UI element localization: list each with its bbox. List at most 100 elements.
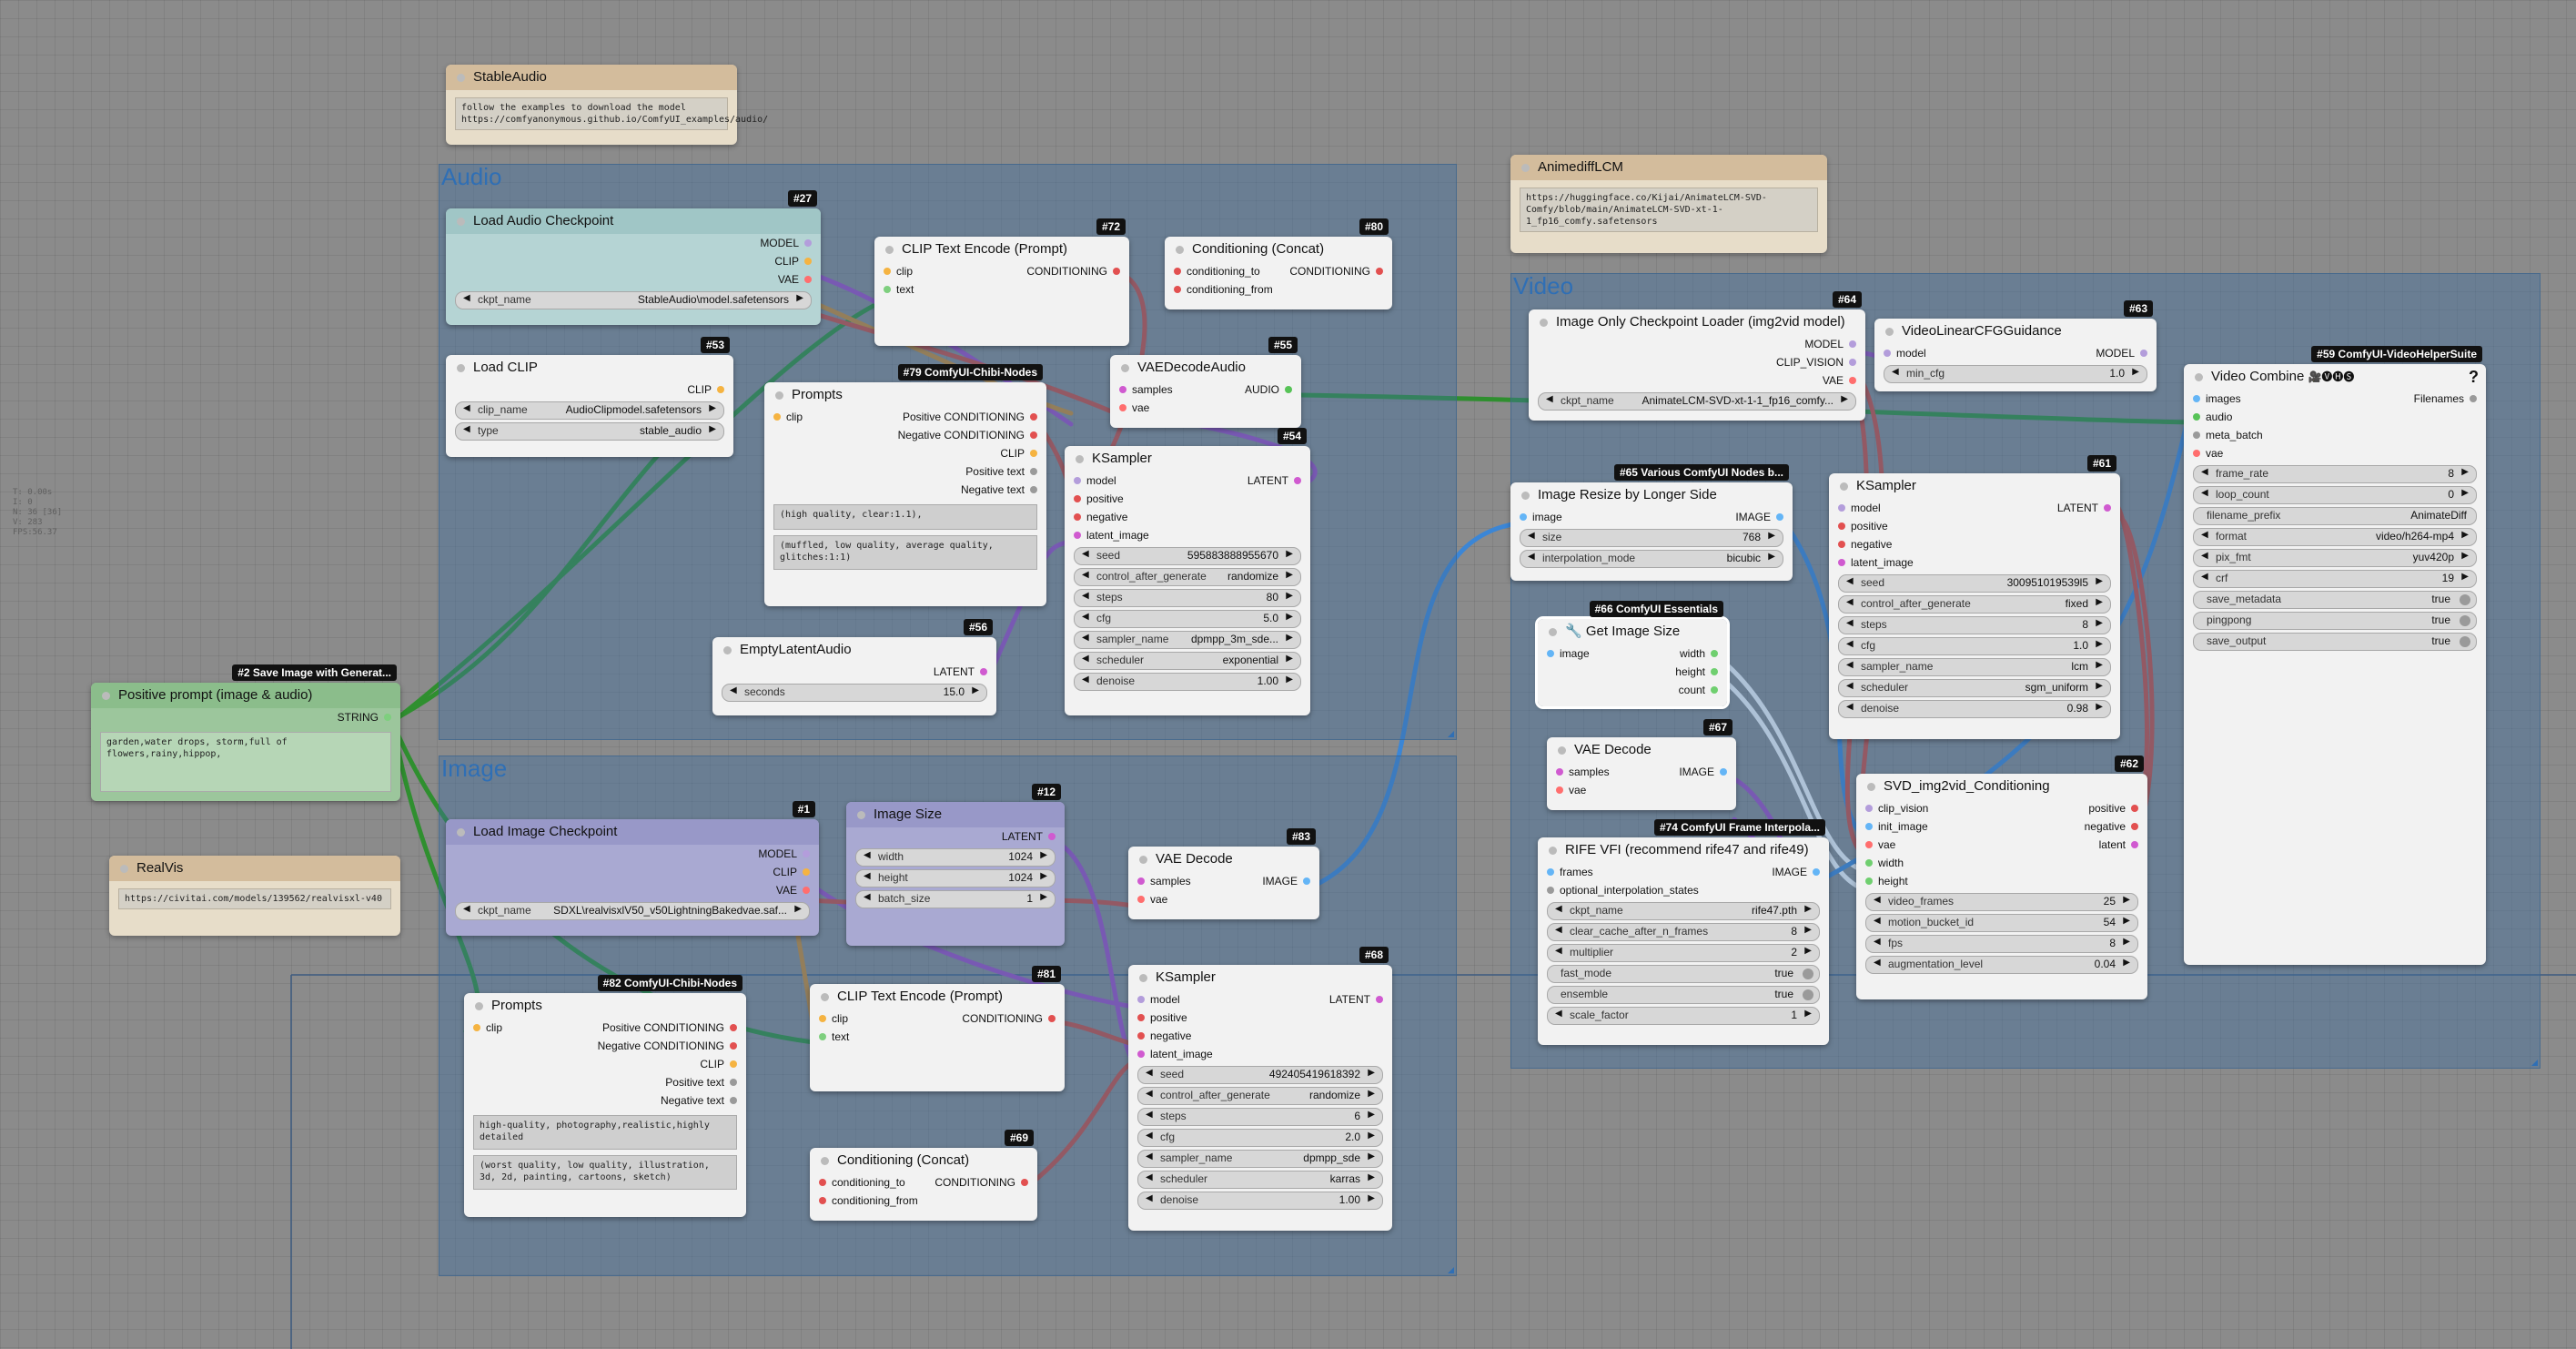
min-cfg-widget[interactable]: ◀ min_cfg 1.0 ▶: [1884, 365, 2147, 383]
motion-bucket-id-widget[interactable]: ◀ motion_bucket_id 54 ▶: [1865, 914, 2138, 932]
node-vae-decode-video[interactable]: #67 VAE Decode samples IMAGE vae: [1547, 719, 1736, 810]
batch-size-widget[interactable]: ◀ batch_size 1 ▶: [855, 890, 1056, 908]
size-widget[interactable]: ◀ size 768 ▶: [1520, 529, 1783, 547]
video-frames-widget[interactable]: ◀ video_frames 25 ▶: [1865, 893, 2138, 911]
node-conditioning-concat-audio[interactable]: #80 Conditioning (Concat) conditioning_t…: [1165, 218, 1392, 309]
output-positive-conditioning[interactable]: Positive CONDITIONING: [602, 1021, 738, 1034]
ensemble-toggle[interactable]: ensemble true: [1547, 986, 1820, 1004]
output-conditioning[interactable]: CONDITIONING: [962, 1012, 1056, 1025]
node-load-image-checkpoint[interactable]: #1 Load Image Checkpoint MODEL CLIP VAE …: [446, 801, 819, 936]
output-negative-text[interactable]: Negative text: [961, 483, 1038, 496]
input-positive[interactable]: positive: [1137, 1011, 1187, 1024]
node-video-combine[interactable]: #59 ComfyUI-VideoHelperSuite Video Combi…: [2184, 346, 2486, 965]
output-negative-text[interactable]: Negative text: [661, 1094, 738, 1107]
height-widget[interactable]: ◀ height 1024 ▶: [855, 869, 1056, 888]
node-title[interactable]: Image Resize by Longer Side: [1510, 482, 1793, 508]
node-title[interactable]: Load Image Checkpoint: [446, 819, 819, 845]
node-title[interactable]: Prompts: [764, 382, 1046, 408]
input-samples[interactable]: samples: [1119, 383, 1173, 396]
input-conditioning-to[interactable]: conditioning_to: [1174, 265, 1260, 278]
output-image[interactable]: IMAGE: [1735, 511, 1783, 523]
node-conditioning-concat-image[interactable]: #69 Conditioning (Concat) conditioning_t…: [810, 1130, 1037, 1221]
input-image[interactable]: image: [1520, 511, 1562, 523]
input-samples[interactable]: samples: [1556, 766, 1610, 778]
output-image[interactable]: IMAGE: [1772, 866, 1820, 878]
filename-prefix-field[interactable]: filename_prefix AnimateDiff: [2193, 507, 2477, 525]
input-latent-image[interactable]: latent_image: [1074, 529, 1149, 542]
ckpt-name-combo[interactable]: ◀ ckpt_name SDXL\realvisxlV50_v50Lightning…: [455, 902, 810, 920]
output-width[interactable]: width: [1680, 647, 1719, 660]
node-title[interactable]: Conditioning (Concat): [1165, 237, 1392, 262]
sampler-name-widget[interactable]: ◀ sampler_name lcm ▶: [1838, 658, 2111, 676]
output-clip[interactable]: CLIP: [687, 383, 724, 396]
steps-widget[interactable]: ◀ steps 80 ▶: [1074, 589, 1301, 607]
scheduler-widget[interactable]: ◀ scheduler karras ▶: [1137, 1171, 1383, 1189]
output-positive-conditioning[interactable]: Positive CONDITIONING: [903, 411, 1038, 423]
group-resize-handle[interactable]: [2531, 1060, 2538, 1066]
output-latent[interactable]: LATENT: [1002, 830, 1056, 843]
node-title[interactable]: EmptyLatentAudio: [712, 637, 996, 663]
node-title[interactable]: Positive prompt (image & audio): [91, 683, 400, 708]
group-resize-handle[interactable]: [1448, 731, 1454, 737]
pingpong-toggle[interactable]: pingpong true: [2193, 612, 2477, 630]
node-title[interactable]: Prompts: [464, 993, 746, 1019]
node-title[interactable]: RIFE VFI (recommend rife47 and rife49): [1538, 837, 1829, 863]
input-positive[interactable]: positive: [1074, 492, 1124, 505]
input-negative[interactable]: negative: [1074, 511, 1127, 523]
output-clip[interactable]: CLIP: [774, 255, 812, 268]
node-title[interactable]: KSampler: [1128, 965, 1392, 990]
prompt-textarea[interactable]: garden,water drops, storm,full of flower…: [100, 732, 391, 792]
sampler-name-widget[interactable]: ◀ sampler_name dpmpp_sde ▶: [1137, 1150, 1383, 1168]
output-conditioning[interactable]: CONDITIONING: [934, 1176, 1028, 1189]
cfg-widget[interactable]: ◀ cfg 5.0 ▶: [1074, 610, 1301, 628]
node-prompts-image[interactable]: #82 ComfyUI-Chibi-Nodes Prompts clip Posi…: [464, 975, 746, 1217]
output-positive-text[interactable]: Positive text: [665, 1076, 737, 1089]
positive-textarea[interactable]: (high quality, clear:1.1),: [773, 504, 1037, 530]
node-title[interactable]: CLIP Text Encode (Prompt): [874, 237, 1129, 262]
input-model[interactable]: model: [1074, 474, 1116, 487]
input-model[interactable]: model: [1884, 347, 1926, 360]
node-title[interactable]: CLIP Text Encode (Prompt): [810, 984, 1065, 1009]
group-resize-handle[interactable]: [1448, 1267, 1454, 1273]
node-positive-prompt[interactable]: #2 Save Image with Generat... Positive p…: [91, 664, 400, 801]
save-metadata-toggle[interactable]: save_metadata true: [2193, 591, 2477, 609]
input-frames[interactable]: frames: [1547, 866, 1593, 878]
output-vae[interactable]: VAE: [778, 273, 813, 286]
node-title[interactable]: SVD_img2vid_Conditioning: [1856, 774, 2147, 799]
node-svd-img2vid-conditioning[interactable]: #62 SVD_img2vid_Conditioning clip_vision…: [1856, 756, 2147, 999]
node-ksampler-video[interactable]: #61 KSampler model LATENT positive negati…: [1829, 455, 2120, 739]
crf-widget[interactable]: ◀ crf 19 ▶: [2193, 570, 2477, 588]
input-init-image[interactable]: init_image: [1865, 820, 1928, 833]
output-model[interactable]: MODEL: [758, 847, 810, 860]
node-image-resize[interactable]: #65 Various ComfyUI Nodes b... Image Res…: [1510, 464, 1793, 581]
input-clip[interactable]: clip: [884, 265, 913, 278]
denoise-widget[interactable]: ◀ denoise 1.00 ▶: [1137, 1192, 1383, 1210]
denoise-widget[interactable]: ◀ denoise 1.00 ▶: [1074, 673, 1301, 691]
node-ksampler-image[interactable]: #68 KSampler model LATENT positive negati…: [1128, 947, 1392, 1231]
node-title[interactable]: KSampler: [1065, 446, 1310, 472]
clear-cache-widget[interactable]: ◀ clear_cache_after_n_frames 8 ▶: [1547, 923, 1820, 941]
output-clip[interactable]: CLIP: [1000, 447, 1037, 460]
output-latent[interactable]: LATENT: [2057, 502, 2112, 514]
node-vae-decode-image[interactable]: #83 VAE Decode samples IMAGE vae: [1128, 828, 1319, 919]
node-title[interactable]: Load Audio Checkpoint: [446, 208, 821, 234]
input-samples[interactable]: samples: [1137, 875, 1191, 888]
output-string[interactable]: STRING: [338, 711, 392, 724]
denoise-widget[interactable]: ◀ denoise 0.98 ▶: [1838, 700, 2111, 718]
scheduler-widget[interactable]: ◀ scheduler exponential ▶: [1074, 652, 1301, 670]
output-negative-conditioning[interactable]: Negative CONDITIONING: [598, 1040, 738, 1052]
input-height[interactable]: height: [1865, 875, 1908, 888]
output-height[interactable]: height: [1675, 665, 1718, 678]
augmentation-level-widget[interactable]: ◀ augmentation_level 0.04 ▶: [1865, 956, 2138, 974]
node-prompts-audio[interactable]: #79 ComfyUI-Chibi-Nodes Prompts clip Posi…: [764, 364, 1046, 606]
node-title[interactable]: Image Only Checkpoint Loader (img2vid mo…: [1529, 309, 1865, 335]
input-clip[interactable]: clip: [773, 411, 803, 423]
input-text[interactable]: text: [819, 1030, 849, 1043]
scale-factor-widget[interactable]: ◀ scale_factor 1 ▶: [1547, 1007, 1820, 1025]
input-vae[interactable]: vae: [1556, 784, 1586, 796]
output-clip[interactable]: CLIP: [773, 866, 810, 878]
help-icon[interactable]: ?: [2469, 364, 2479, 390]
width-widget[interactable]: ◀ width 1024 ▶: [855, 848, 1056, 867]
input-clip-vision[interactable]: clip_vision: [1865, 802, 1928, 815]
input-images[interactable]: images: [2193, 392, 2241, 405]
